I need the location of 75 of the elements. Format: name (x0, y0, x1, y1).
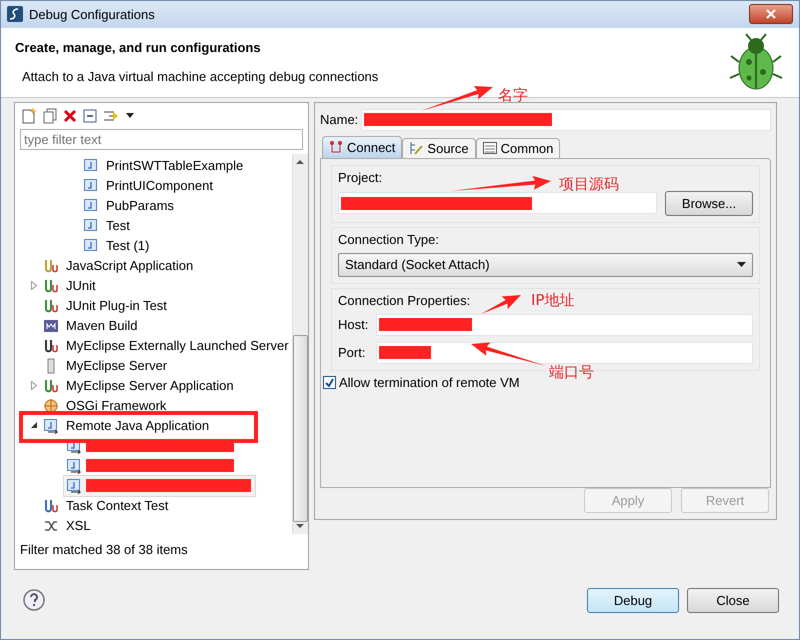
tree-item[interactable]: Test (1) (103, 236, 152, 256)
test-icon (43, 298, 59, 314)
dropdown-icon[interactable] (126, 112, 134, 119)
tree-item[interactable]: XSL (63, 516, 94, 536)
tree-item[interactable]: PubParams (103, 196, 177, 216)
tree-item[interactable]: Test (103, 216, 133, 236)
tree-item[interactable]: Remote Java Application (63, 416, 212, 436)
remote-icon (43, 418, 59, 434)
annotation-label: 项目源码 (559, 175, 619, 194)
tree-item[interactable]: JavaScript Application (63, 256, 196, 276)
tree-item[interactable]: PrintUIComponent (103, 176, 216, 196)
tree-item[interactable]: Task Context Test (63, 496, 172, 516)
remote-icon (66, 458, 82, 474)
tree-item[interactable]: JUnit (63, 276, 99, 296)
app-icon (7, 6, 23, 22)
properties-label: Connection Properties: (338, 292, 470, 308)
tree-item[interactable] (63, 474, 256, 497)
tree-item[interactable]: MyEclipse Server (63, 356, 170, 376)
maven-icon (43, 318, 59, 334)
header-title: Create, manage, and run configurations (15, 40, 262, 55)
target-icon (43, 398, 59, 414)
name-field[interactable] (361, 108, 771, 131)
remote-icon (66, 478, 82, 494)
java-class-icon (83, 178, 99, 194)
name-label: Name: (320, 112, 358, 128)
collapsed-icon[interactable] (31, 381, 37, 390)
tree-item[interactable]: MyEclipse Externally Launched Server (63, 336, 292, 356)
project-field[interactable] (338, 192, 657, 214)
browse-button[interactable]: Browse... (665, 190, 753, 216)
scroll-up-icon[interactable] (296, 158, 304, 164)
help-icon[interactable] (23, 589, 45, 612)
host-label: Host: (338, 317, 368, 332)
annotation-label: 端口号 (549, 363, 594, 382)
test-icon (43, 498, 59, 514)
collapsed-icon[interactable] (31, 281, 37, 290)
tree-item[interactable]: MyEclipse Server Application (63, 376, 237, 396)
host-field[interactable] (376, 314, 753, 336)
java-class-icon (83, 158, 99, 174)
tree-item[interactable]: PrintSWTTableExample (103, 156, 246, 176)
connection-type-dropdown[interactable]: Standard (Socket Attach) (338, 252, 753, 277)
close-button[interactable] (749, 4, 793, 24)
expanded-icon[interactable] (30, 422, 38, 430)
project-label: Project: (338, 170, 382, 185)
delete-icon[interactable] (63, 108, 77, 123)
close-icon (766, 9, 776, 20)
check-icon (325, 378, 334, 387)
connect-icon (329, 140, 343, 154)
window-title: Debug Configurations (29, 6, 155, 22)
caret-icon (737, 262, 746, 268)
list-icon (482, 142, 497, 154)
java-class-icon (83, 198, 99, 214)
java-class-icon (83, 238, 99, 254)
tree-item[interactable]: OSGi Framework (63, 396, 170, 416)
filter-status: Filter matched 38 of 38 items (19, 540, 189, 559)
tab[interactable]: Source (402, 138, 476, 158)
source-icon (409, 141, 424, 156)
filter-field[interactable]: type filter text (20, 128, 303, 150)
duplicate-icon[interactable] (42, 108, 58, 124)
tab[interactable]: Common (476, 138, 560, 158)
debug-button[interactable]: Debug (587, 588, 679, 613)
port-label: Port: (338, 345, 366, 360)
collapse-icon[interactable] (82, 108, 98, 124)
scrollbar[interactable] (292, 154, 308, 534)
annotation-label: IP地址 (531, 291, 574, 310)
tree-item[interactable]: Maven Build (63, 316, 141, 336)
tab[interactable]: Connect (322, 136, 402, 158)
close-button[interactable]: Close (687, 588, 779, 613)
java-class-icon (83, 218, 99, 234)
connection-type-label: Connection Type: (338, 232, 439, 247)
annotation-label: 名字 (498, 86, 528, 105)
header-subtitle: Attach to a Java virtual machine accepting debug connections (21, 68, 378, 84)
tree-item[interactable]: JUnit Plug-in Test (63, 296, 170, 316)
new-icon[interactable] (21, 108, 37, 124)
test-icon (43, 278, 59, 294)
port-field[interactable] (376, 342, 753, 364)
